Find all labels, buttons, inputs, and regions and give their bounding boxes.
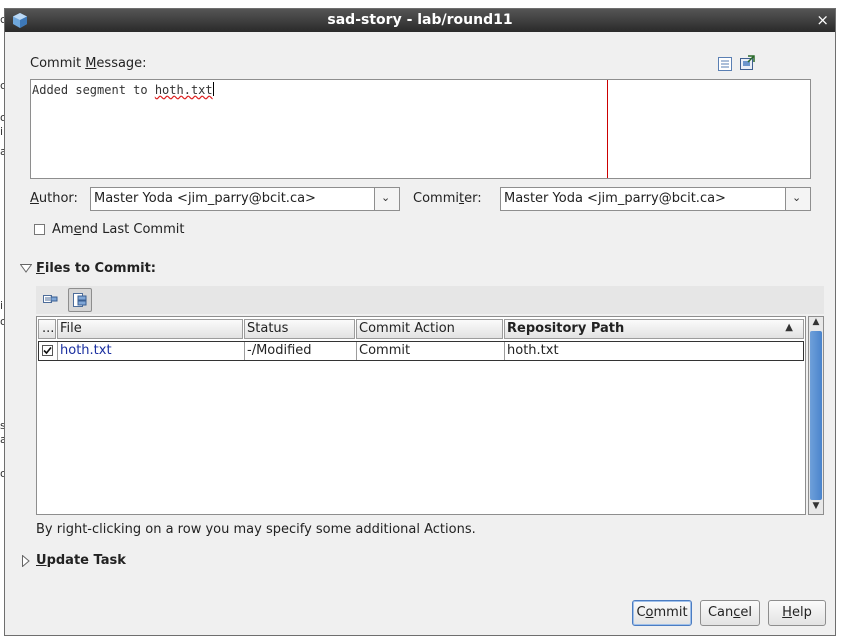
author-label: Author: <box>30 191 78 206</box>
help-button[interactable]: Help <box>768 600 826 626</box>
background-window-fragment: i <box>0 299 4 312</box>
text-caret <box>212 82 214 96</box>
tree-view-icon <box>73 293 87 307</box>
column-header-status[interactable]: Status <box>244 319 355 339</box>
files-section-title[interactable]: Files to Commit: <box>36 261 156 276</box>
expand-triangle-icon[interactable] <box>22 555 30 567</box>
amend-checkbox[interactable] <box>34 224 45 235</box>
commit-message-label: Commit Message: <box>30 56 147 71</box>
commit-message-text: Added segment to hoth.txt <box>32 82 214 97</box>
files-table: ... File Status Commit Action Repository… <box>36 316 806 515</box>
committer-value: Master Yoda <jim_parry@bcit.ca> <box>504 191 726 206</box>
row-status-cell: -/Modified <box>245 342 357 360</box>
committer-label: Commiter: <box>413 191 482 206</box>
sort-ascending-icon: ▲ <box>785 322 793 333</box>
row-file-cell[interactable]: hoth.txt <box>58 342 245 360</box>
committer-combobox[interactable]: Master Yoda <jim_parry@bcit.ca> ⌄ <box>500 187 811 211</box>
include-checkbox[interactable] <box>42 345 53 356</box>
scroll-up-arrow-icon[interactable]: ▲ <box>810 317 822 329</box>
right-click-hint: By right-clicking on a row you may speci… <box>36 522 476 537</box>
recent-messages-icon[interactable] <box>717 56 733 72</box>
row-action-cell[interactable]: Commit <box>357 342 505 360</box>
table-vertical-scrollbar[interactable]: ▲ ▼ <box>808 316 824 515</box>
committer-dropdown-button[interactable]: ⌄ <box>785 188 810 210</box>
author-value: Master Yoda <jim_parry@bcit.ca> <box>94 191 316 206</box>
scroll-down-arrow-icon[interactable]: ▼ <box>810 501 822 513</box>
cancel-button[interactable]: Cancel <box>700 600 760 626</box>
author-combobox[interactable]: Master Yoda <jim_parry@bcit.ca> ⌄ <box>90 187 400 211</box>
window-title: sad-story - lab/round11 <box>327 12 513 28</box>
checkmark-icon <box>43 346 52 355</box>
tree-view-toggle[interactable] <box>68 288 92 312</box>
load-template-icon[interactable] <box>739 55 755 71</box>
column-header-include[interactable]: ... <box>38 319 56 339</box>
files-toolbar <box>36 286 824 314</box>
commit-message-textarea[interactable]: Added segment to hoth.txt <box>30 79 811 179</box>
flat-view-icon[interactable] <box>42 291 58 307</box>
misspelled-word: hoth.txt <box>154 83 213 97</box>
close-button[interactable]: × <box>816 11 829 29</box>
update-task-title[interactable]: Update Task <box>36 553 126 568</box>
column-header-file[interactable]: File <box>57 319 243 339</box>
background-window-fragment: i <box>0 125 4 138</box>
chevron-down-icon: ⌄ <box>792 191 802 204</box>
column-header-commit-action[interactable]: Commit Action <box>356 319 503 339</box>
column-header-repository-path[interactable]: Repository Path ▲ <box>504 319 804 339</box>
chevron-down-icon: ⌄ <box>381 191 391 204</box>
row-path-cell: hoth.txt <box>507 343 559 358</box>
author-dropdown-button[interactable]: ⌄ <box>374 188 399 210</box>
collapse-triangle-icon[interactable] <box>20 264 32 273</box>
commit-button[interactable]: Commit <box>632 600 692 626</box>
amend-label[interactable]: Amend Last Commit <box>52 222 184 237</box>
right-margin-line <box>607 80 608 178</box>
scroll-thumb[interactable] <box>810 331 822 500</box>
table-row[interactable]: hoth.txt -/Modified Commit hoth.txt <box>38 341 804 361</box>
row-include-cell[interactable] <box>39 342 58 360</box>
commit-dialog: sad-story - lab/round11 × Commit Message… <box>4 8 836 636</box>
title-bar[interactable]: sad-story - lab/round11 × <box>5 9 835 32</box>
